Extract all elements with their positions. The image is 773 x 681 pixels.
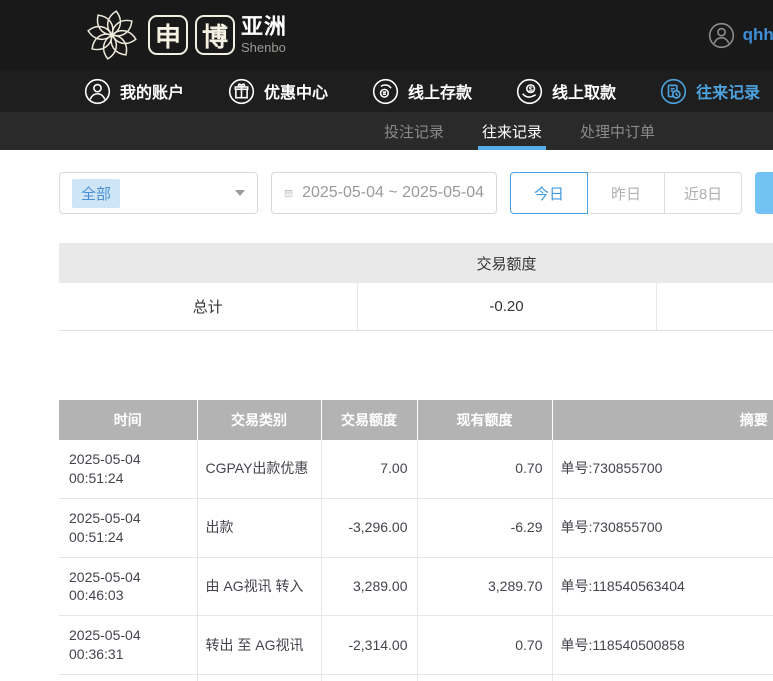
date-range-input[interactable]: 2025-05-04 ~ 2025-05-04: [271, 172, 497, 214]
column-header-time: 时间: [59, 400, 198, 440]
summary-header-row: 交易额度: [59, 243, 773, 283]
nav-item-promotions[interactable]: 优惠中心: [228, 78, 328, 105]
tab-pending-orders[interactable]: 处理中订单: [576, 112, 659, 150]
nav-label: 线上存款: [408, 85, 473, 102]
summary-total-value: -0.20: [357, 283, 657, 331]
tab-betting-records[interactable]: 投注记录: [380, 112, 448, 150]
column-header-balance: 现有额度: [417, 400, 553, 440]
date-range-value: 2025-05-04 ~ 2025-05-04: [302, 184, 484, 201]
username-text[interactable]: qhhw: [743, 25, 773, 45]
nav-item-withdraw[interactable]: $ 线上取款: [516, 78, 616, 105]
cell-time: 2025-05-04 00:36:23: [59, 674, 198, 681]
nav-label: 线上取款: [552, 85, 617, 102]
cell-amount: -3,296.00: [321, 498, 418, 558]
table-row: 2025-05-04 00:51:24 出款 -3,296.00 -6.29 单…: [59, 498, 773, 558]
user-avatar-icon: [708, 22, 734, 48]
logo-characters: 申 博: [148, 15, 235, 55]
cell-amount: 3,289.00: [321, 557, 418, 617]
brand-logo[interactable]: 申 博 亚洲 Shenbo: [84, 7, 287, 63]
tab-transaction-records[interactable]: 往来记录: [478, 112, 547, 150]
cell-amount: -2,314.00: [321, 615, 418, 676]
logo-char-1: 申: [148, 15, 188, 55]
nav-label: 往来记录: [696, 85, 761, 102]
cell-time: 2025-05-04 00:51:24: [59, 440, 198, 499]
cell-time: 2025-05-04 00:36:31: [59, 615, 198, 676]
cell-summary: 单号:730855700: [552, 440, 773, 499]
cell-type: 由 AG视讯 转入: [197, 557, 322, 617]
cell-summary: 单号:118540563404: [552, 557, 773, 617]
cell-summary: 单号:202505043949423402: [552, 674, 773, 681]
cell-amount: 13.80: [321, 674, 418, 681]
flower-logo-icon: [87, 10, 137, 60]
category-select[interactable]: 全部: [59, 172, 258, 214]
nav-item-deposit[interactable]: 线上存款: [372, 78, 472, 105]
cell-balance: -6.29: [417, 498, 553, 558]
table-row: 2025-05-04 00:36:31 转出 至 AG视讯 -2,314.00 …: [59, 615, 773, 676]
withdraw-icon: $: [516, 78, 543, 104]
column-header-amount: 交易额度: [321, 400, 418, 440]
table-row: 2025-05-04 00:46:03 由 AG视讯 转入 3,289.00 3…: [59, 557, 773, 617]
cell-balance: 0.70: [417, 615, 553, 676]
table-row: 2025-05-04 00:51:24 CGPAY出款优惠 7.00 0.70 …: [59, 440, 773, 499]
promo-icon: [228, 78, 255, 104]
column-header-type: 交易类别: [197, 400, 322, 440]
svg-text:$: $: [529, 84, 533, 93]
records-icon: [660, 78, 687, 104]
cell-time: 2025-05-04 00:51:24: [59, 498, 198, 558]
user-area[interactable]: qhhw: [708, 0, 773, 70]
cell-summary: 单号:118540500858: [552, 615, 773, 676]
logo-region-text: 亚洲: [241, 14, 288, 39]
cell-balance: 3,289.70: [417, 557, 553, 617]
deposit-icon: [372, 78, 399, 104]
column-header-summary: 摘要: [552, 400, 773, 440]
search-button[interactable]: [755, 172, 773, 214]
cell-type: CGPAY-CG钱包支付笔笔送优惠: [197, 674, 322, 681]
cell-type: 转出 至 AG视讯: [197, 615, 322, 676]
logo-region: 亚洲 Shenbo: [241, 14, 288, 55]
transactions-table: 时间 交易类别 交易额度 现有额度 摘要 2025-05-04 00:51:24…: [59, 400, 773, 681]
cell-time: 2025-05-04 00:46:03: [59, 557, 198, 617]
nav-label: 优惠中心: [264, 85, 329, 102]
account-icon: [84, 78, 111, 104]
summary-table: 交易额度 总计 -0.20: [59, 243, 773, 331]
nav-item-records[interactable]: 往来记录: [660, 78, 760, 105]
nav-item-my-account[interactable]: 我的账户: [84, 78, 184, 105]
calendar-icon: [284, 189, 293, 197]
cell-balance: 0.70: [417, 440, 553, 499]
logo-char-2: 博: [195, 15, 235, 55]
cell-amount: 7.00: [321, 440, 418, 499]
top-header: 申 博 亚洲 Shenbo qhhw: [0, 0, 773, 70]
cell-type: 出款: [197, 498, 322, 558]
summary-header-empty: [656, 243, 773, 283]
quick-date-buttons: 今日 昨日 近8日: [510, 172, 742, 214]
today-button[interactable]: 今日: [510, 172, 588, 214]
table-header-row: 时间 交易类别 交易额度 现有额度 摘要: [59, 400, 773, 440]
cell-summary: 单号:730855700: [552, 498, 773, 558]
yesterday-button[interactable]: 昨日: [587, 172, 665, 214]
category-selected-value: 全部: [72, 178, 121, 208]
summary-total-label: 总计: [59, 283, 358, 331]
logo-subtitle: Shenbo: [241, 40, 286, 55]
nav-label: 我的账户: [120, 85, 185, 102]
summary-total-row: 总计 -0.20: [59, 283, 773, 331]
record-tabs: 投注记录 往来记录 处理中订单: [0, 112, 773, 150]
table-row: 2025-05-04 00:36:23 CGPAY-CG钱包支付笔笔送优惠 13…: [59, 674, 773, 681]
page: 申 博 亚洲 Shenbo qhhw 我的账户: [0, 0, 773, 681]
cell-type: CGPAY出款优惠: [197, 440, 322, 499]
chevron-down-icon: [235, 190, 245, 196]
cell-balance: 2,314.70: [417, 674, 553, 681]
summary-header-empty: [59, 243, 357, 283]
summary-header-amount: 交易额度: [357, 243, 656, 283]
summary-empty-cell: [656, 283, 773, 331]
last-8-days-button[interactable]: 近8日: [664, 172, 742, 214]
main-navigation: 我的账户 优惠中心 线上存款 $ 线上取款 往来记录: [0, 70, 773, 112]
